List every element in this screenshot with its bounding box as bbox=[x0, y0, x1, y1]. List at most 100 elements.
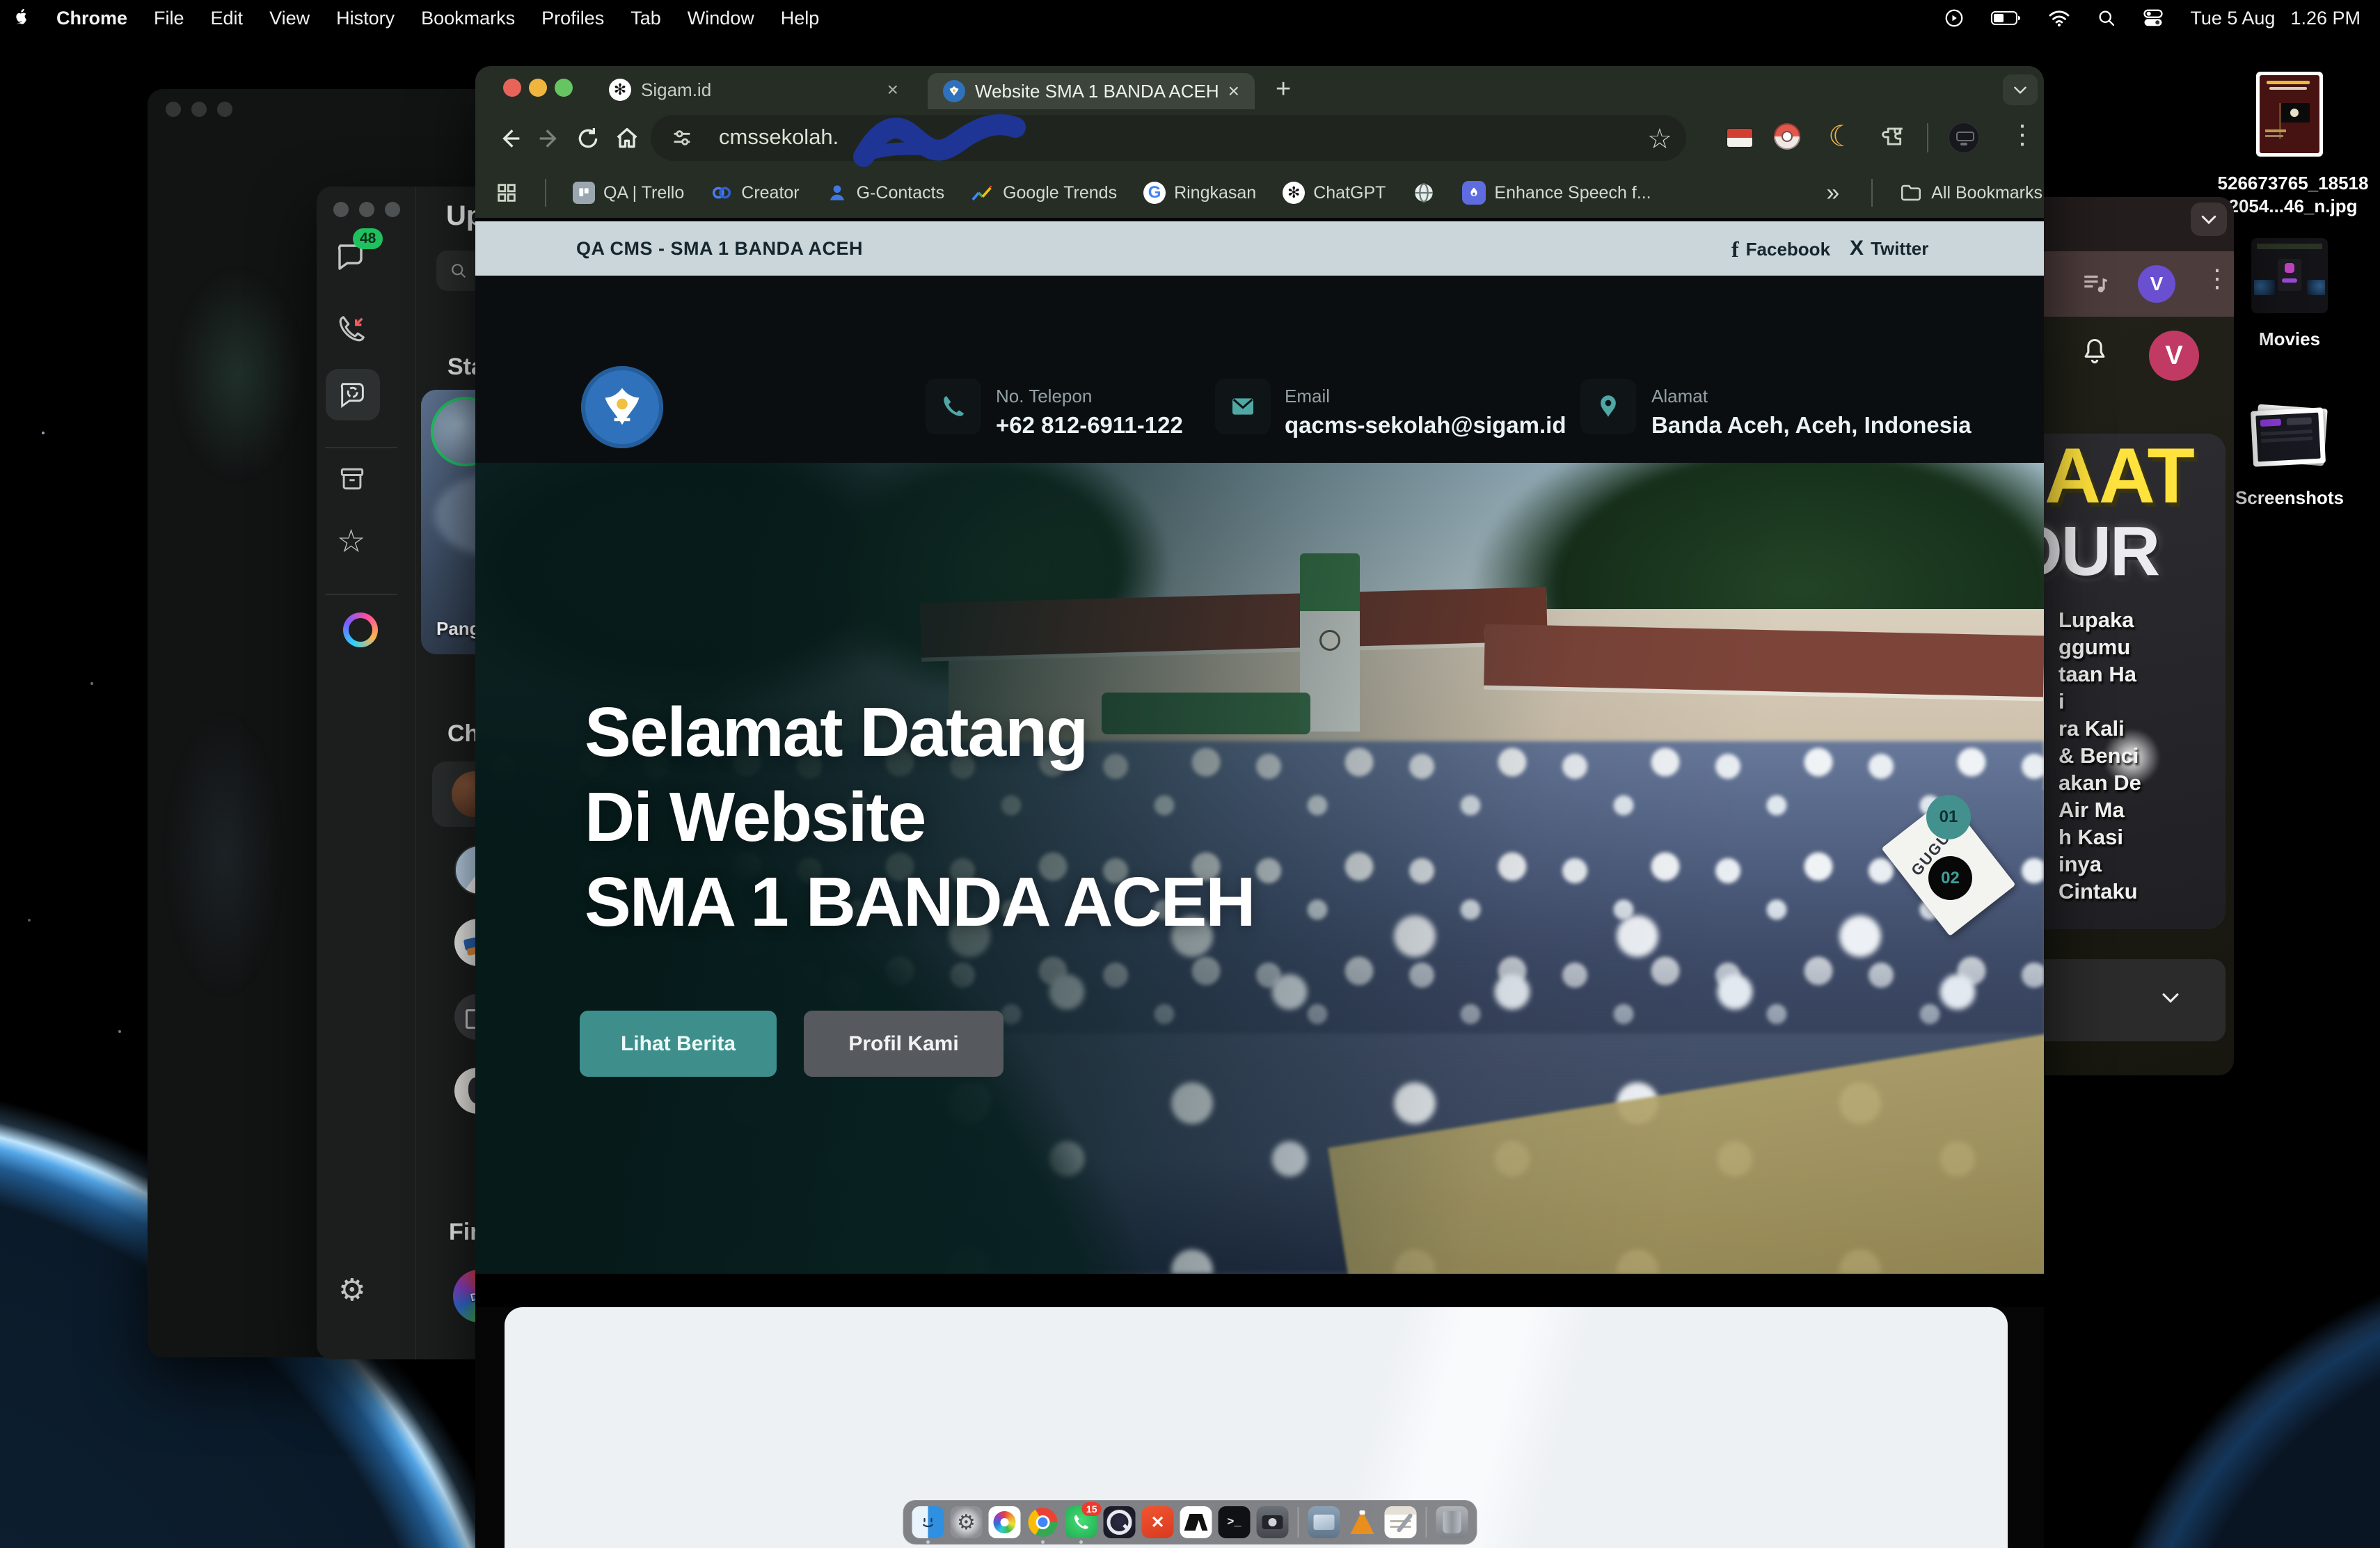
bookmark-google-trends[interactable]: Google Trends bbox=[971, 181, 1117, 205]
twitter-link[interactable]: X Twitter bbox=[1850, 237, 1928, 260]
bookmark-enhance-speech[interactable]: Enhance Speech f... bbox=[1462, 181, 1651, 205]
wifi-icon[interactable] bbox=[2048, 9, 2070, 27]
reload-icon[interactable] bbox=[574, 125, 602, 152]
dock-downloads-folder-icon[interactable] bbox=[1308, 1506, 1340, 1538]
desktop-screenshots-label[interactable]: Screenshots bbox=[2227, 487, 2352, 509]
collapse-chevron-button[interactable] bbox=[2191, 203, 2227, 236]
tab-search-chevron[interactable] bbox=[2003, 74, 2038, 105]
album-tracklist: Lupaka ggumu taan Ha i ra Kali & Benci a… bbox=[2058, 606, 2141, 905]
channel-avatar-v[interactable]: V bbox=[2149, 331, 2199, 381]
forward-icon[interactable] bbox=[535, 125, 563, 152]
tab-sigam[interactable]: ✻ Sigam.id × bbox=[594, 72, 914, 108]
carousel-indicator-2[interactable]: 02 bbox=[1928, 856, 1972, 900]
menu-edit[interactable]: Edit bbox=[198, 8, 257, 29]
search-icon bbox=[449, 261, 468, 281]
menubar-date[interactable]: Tue 5 Aug bbox=[2190, 8, 2275, 29]
archived-icon[interactable] bbox=[337, 464, 367, 494]
dock-finder-icon[interactable] bbox=[912, 1506, 944, 1538]
divider bbox=[545, 179, 546, 207]
account-avatar[interactable]: V bbox=[2138, 265, 2175, 303]
menu-help[interactable]: Help bbox=[768, 8, 833, 29]
dock-vlc-icon[interactable] bbox=[1347, 1506, 1379, 1538]
profil-kami-button[interactable]: Profil Kami bbox=[804, 1011, 1003, 1077]
dock-screenshot-app-icon[interactable] bbox=[1257, 1506, 1289, 1538]
bookmark-creator[interactable]: Creator bbox=[711, 182, 799, 204]
menu-file[interactable]: File bbox=[141, 8, 198, 29]
dock-terminal-icon[interactable]: >_ bbox=[1219, 1506, 1251, 1538]
calls-icon[interactable] bbox=[335, 313, 367, 345]
dock-capcut-icon[interactable] bbox=[1180, 1506, 1212, 1538]
desktop-file-jpg-name-line2[interactable]: 2054...46_n.jpg bbox=[2213, 196, 2373, 217]
status-tab-selected[interactable] bbox=[326, 369, 380, 420]
chrome-menu-kebab-icon[interactable]: ⋮ bbox=[2009, 119, 2036, 150]
dock-whatsapp-icon[interactable]: 15 bbox=[1065, 1506, 1097, 1538]
school-logo[interactable] bbox=[581, 366, 663, 448]
menu-app-name[interactable]: Chrome bbox=[43, 8, 141, 29]
close-window-button[interactable] bbox=[503, 79, 521, 97]
profile-avatar[interactable] bbox=[1948, 122, 1980, 154]
menu-window[interactable]: Window bbox=[674, 8, 768, 29]
expand-chevron-icon[interactable] bbox=[2159, 986, 2182, 1009]
control-center-icon[interactable] bbox=[2143, 8, 2164, 29]
dock-chrome-icon[interactable] bbox=[1027, 1506, 1059, 1538]
new-tab-button[interactable]: + bbox=[1276, 74, 1291, 104]
extension-pokeball-icon[interactable] bbox=[1774, 123, 1800, 150]
desktop-screenshots-icon[interactable] bbox=[2249, 402, 2333, 472]
url-text[interactable]: cmssekolah. bbox=[719, 125, 839, 150]
bookmark-globe-icon[interactable] bbox=[1412, 181, 1436, 205]
tab-sma-website[interactable]: Website SMA 1 BANDA ACEH × bbox=[928, 73, 1255, 109]
menu-history[interactable]: History bbox=[323, 8, 408, 29]
extensions-puzzle-icon[interactable] bbox=[1878, 123, 1905, 150]
facebook-link[interactable]: f Facebook bbox=[1731, 237, 1830, 262]
bookmark-star-icon[interactable]: ☆ bbox=[1647, 123, 1672, 155]
dock-photos-icon[interactable] bbox=[989, 1506, 1021, 1538]
menu-view[interactable]: View bbox=[256, 8, 323, 29]
address-bar[interactable]: cmssekolah. ☆ bbox=[651, 115, 1686, 161]
contact-value: +62 812-6911-122 bbox=[996, 412, 1183, 439]
meta-ai-icon[interactable] bbox=[343, 613, 378, 647]
google-g-icon: G bbox=[1143, 182, 1166, 204]
starred-icon[interactable]: ☆ bbox=[337, 522, 365, 560]
desktop-movies-label[interactable]: Movies bbox=[2227, 329, 2352, 350]
trello-icon bbox=[573, 182, 595, 204]
battery-icon[interactable] bbox=[1991, 10, 2022, 26]
dock-settings-icon[interactable]: ⚙ bbox=[951, 1506, 983, 1538]
settings-gear-icon[interactable]: ⚙ bbox=[338, 1272, 365, 1308]
home-icon[interactable] bbox=[613, 125, 641, 152]
extension-flag-icon[interactable] bbox=[1727, 129, 1752, 147]
apps-grid-icon[interactable] bbox=[495, 181, 518, 205]
playlist-icon[interactable] bbox=[2081, 269, 2110, 299]
extension-darkmode-moon-icon[interactable]: ☾ bbox=[1828, 119, 1855, 153]
menu-profiles[interactable]: Profiles bbox=[528, 8, 617, 29]
bell-icon[interactable] bbox=[2079, 336, 2110, 367]
lihat-berita-button[interactable]: Lihat Berita bbox=[580, 1011, 777, 1077]
carousel-indicator-1[interactable]: 01 bbox=[1926, 795, 1971, 839]
bookmarks-overflow-chevrons[interactable]: » bbox=[1826, 180, 1845, 207]
minimize-window-button[interactable] bbox=[529, 79, 547, 97]
dock-notes-icon[interactable] bbox=[1385, 1506, 1417, 1538]
spotlight-search-icon[interactable] bbox=[2097, 8, 2116, 28]
apple-menu-icon[interactable] bbox=[0, 8, 43, 28]
bookmark-trello[interactable]: QA | Trello bbox=[573, 182, 684, 204]
dock-video-app-icon[interactable]: ✕ bbox=[1142, 1506, 1174, 1538]
bookmark-ringkasan[interactable]: G Ringkasan bbox=[1143, 182, 1256, 204]
kebab-menu-icon[interactable]: ⋮ bbox=[2205, 264, 2230, 293]
site-settings-tune-icon[interactable] bbox=[670, 126, 694, 150]
all-bookmarks[interactable]: All Bookmarks bbox=[1899, 181, 2063, 205]
desktop-movies-icon[interactable] bbox=[2251, 238, 2328, 313]
bookmark-gcontacts[interactable]: G-Contacts bbox=[826, 182, 944, 204]
desktop-file-jpg-name-line1[interactable]: 526673765_18518 bbox=[2213, 173, 2373, 194]
dock-quicktime-icon[interactable] bbox=[1104, 1506, 1136, 1538]
desktop-file-jpg-thumbnail[interactable] bbox=[2256, 72, 2323, 157]
tab-close-icon[interactable]: × bbox=[1228, 81, 1239, 101]
zoom-window-button[interactable] bbox=[555, 79, 573, 97]
window-controls[interactable] bbox=[166, 102, 232, 117]
back-icon[interactable] bbox=[496, 125, 524, 152]
tab-close-icon[interactable]: × bbox=[887, 80, 898, 100]
bookmark-chatgpt[interactable]: ✻ ChatGPT bbox=[1283, 182, 1386, 204]
dock-trash-icon[interactable] bbox=[1436, 1506, 1468, 1538]
screen-mirroring-icon[interactable] bbox=[1944, 8, 1965, 29]
menu-bookmarks[interactable]: Bookmarks bbox=[408, 8, 528, 29]
menu-tab[interactable]: Tab bbox=[617, 8, 674, 29]
menubar-time[interactable]: 1.26 PM bbox=[2290, 8, 2361, 29]
